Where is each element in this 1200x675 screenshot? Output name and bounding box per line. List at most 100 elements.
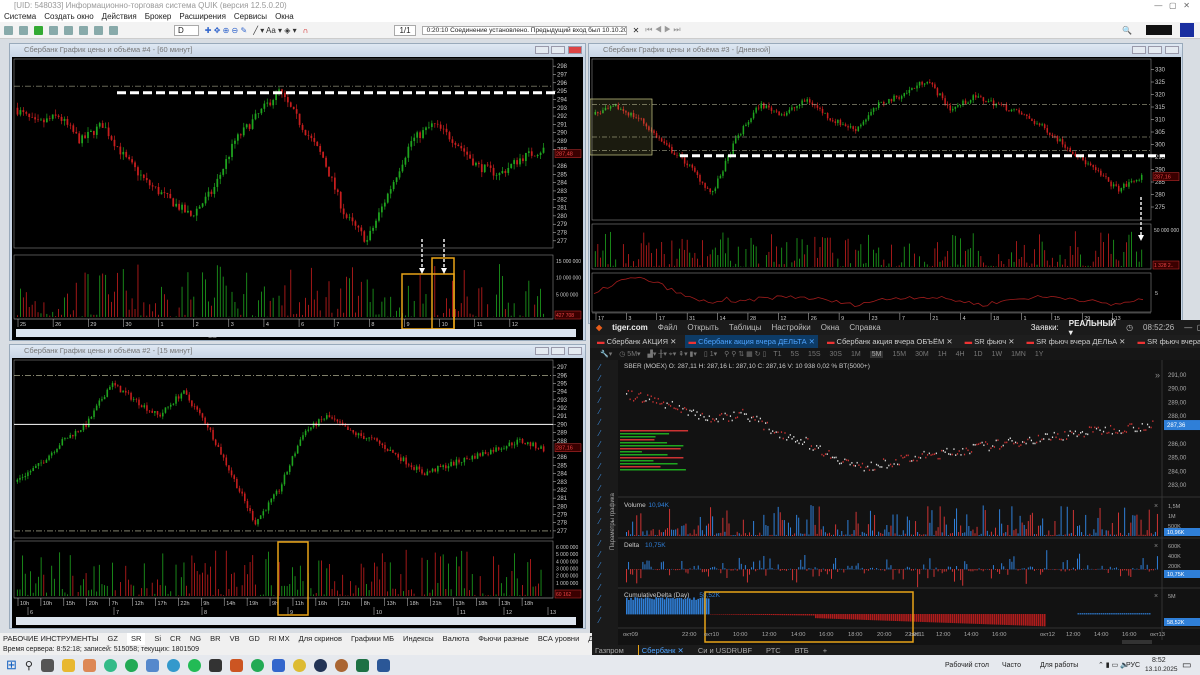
tab-active[interactable]: ▬ Сбербанк акция вчера ДЕЛЬТА ✕ bbox=[685, 335, 818, 348]
account-select[interactable]: РЕАЛЬНЫЙ ▾ bbox=[1069, 319, 1116, 337]
tab[interactable]: ▬ Сбербанк АКЦИЯ ✕ bbox=[594, 335, 679, 348]
timeframe-1Y[interactable]: 1Y bbox=[1035, 351, 1044, 358]
workspace-tab[interactable]: Фьючи разные bbox=[478, 633, 529, 645]
toolbar-icon[interactable] bbox=[109, 25, 118, 35]
toolbar-icon[interactable] bbox=[19, 25, 28, 35]
tab[interactable]: ▬ Сбербанк акция вчера ОБЪЁМ ✕ bbox=[824, 335, 956, 348]
toolbar-icon[interactable] bbox=[4, 25, 13, 35]
language-indicator[interactable]: РУС bbox=[1126, 662, 1140, 669]
workspace-tab[interactable]: Si bbox=[154, 633, 161, 645]
tiger-icon[interactable] bbox=[229, 658, 243, 672]
notifications-icon[interactable]: ▭ bbox=[1182, 660, 1191, 671]
minimize-button[interactable] bbox=[535, 347, 549, 355]
timeframe-T1[interactable]: T1 bbox=[773, 351, 781, 358]
horizontal-scrollbar[interactable] bbox=[1122, 640, 1152, 644]
timeframe-1D[interactable]: 1D bbox=[974, 351, 983, 358]
toolbar-work[interactable]: Для работы bbox=[1040, 662, 1078, 669]
toolbar-icon[interactable] bbox=[34, 25, 43, 35]
menu-extensions[interactable]: Расширения bbox=[179, 11, 226, 22]
tab[interactable]: ▬ SR фьюч вчера ОБЪЁМ bbox=[1134, 335, 1200, 348]
search-icon[interactable]: 🔍 bbox=[1122, 26, 1132, 35]
tiger-menu-tables[interactable]: Таблицы bbox=[729, 323, 762, 332]
tab[interactable]: ▬ SR фьюч ✕ bbox=[962, 335, 1018, 348]
folder-icon[interactable] bbox=[61, 658, 75, 672]
telegram-icon[interactable] bbox=[166, 658, 180, 672]
message-field[interactable]: 0:20:10 Соединение установлено. Предыдущ… bbox=[421, 25, 627, 35]
widget-icon[interactable] bbox=[1180, 23, 1194, 37]
close-button[interactable] bbox=[568, 347, 582, 355]
interval-select[interactable]: D bbox=[174, 24, 199, 36]
tab[interactable]: ▬ SR фьюч вчера ДЕЛЬА ✕ bbox=[1024, 335, 1129, 348]
window-controls[interactable]: — ▢ ✕ bbox=[1154, 0, 1190, 11]
horizontal-scrollbar[interactable] bbox=[16, 329, 576, 337]
timeframe-5S[interactable]: 5S bbox=[790, 351, 799, 358]
workspace-tab[interactable]: Графики МБ bbox=[351, 633, 394, 645]
maximize-button[interactable] bbox=[551, 46, 565, 54]
windows-start-icon[interactable]: ⊞ bbox=[6, 657, 17, 673]
calculator-icon[interactable] bbox=[40, 658, 54, 672]
close-panel-icon[interactable]: × bbox=[1154, 543, 1158, 550]
workspace-tab[interactable]: VB bbox=[230, 633, 240, 645]
widget-icon[interactable] bbox=[1146, 25, 1172, 35]
word-icon[interactable] bbox=[376, 658, 390, 672]
menu-system[interactable]: Система bbox=[4, 11, 36, 22]
workspace-tab[interactable]: Дельта bbox=[588, 633, 592, 645]
timeframe-15S[interactable]: 15S bbox=[808, 351, 820, 358]
whatsapp-icon[interactable] bbox=[187, 658, 201, 672]
expand-icon[interactable]: » bbox=[1155, 370, 1160, 380]
timeframe-5M[interactable]: 5M bbox=[869, 350, 884, 358]
search-icon[interactable]: ⚲ bbox=[25, 659, 33, 672]
toolbar-icon[interactable] bbox=[49, 25, 58, 35]
toolbar-desktop[interactable]: Рабочий стол bbox=[945, 662, 989, 669]
chrome-icon[interactable] bbox=[103, 658, 117, 672]
timeframe-1H[interactable]: 1H bbox=[938, 351, 947, 358]
tiger-menu-help[interactable]: Справка bbox=[849, 323, 880, 332]
zoom-icon[interactable]: ⚲ ⚲ ⇅ ▦ ↻ ▯ bbox=[724, 350, 766, 358]
tiger-menu-open[interactable]: Открыть bbox=[687, 323, 718, 332]
workspace-tab[interactable]: RI MX bbox=[269, 633, 290, 645]
tiger-menu-settings[interactable]: Настройки bbox=[772, 323, 811, 332]
maximize-button[interactable] bbox=[1148, 46, 1162, 54]
horizontal-scrollbar[interactable] bbox=[16, 617, 576, 625]
tiger-menu-file[interactable]: Файл bbox=[658, 323, 678, 332]
interval-select[interactable]: ◷ 5M▾ bbox=[619, 350, 640, 358]
chart-type-icon[interactable]: ▟▾ ╫▾ ⌖▾ ⇞▾ ▮▾ bbox=[648, 350, 697, 359]
window-controls[interactable]: — ▢ ✕ bbox=[1184, 323, 1200, 332]
clock-date[interactable]: 13.10.2025 bbox=[1145, 666, 1178, 673]
tray-icons[interactable]: ⌃ ▮ ▭ 🔈 bbox=[1098, 661, 1129, 669]
workspace-tab[interactable]: CR bbox=[170, 633, 181, 645]
app-icon[interactable] bbox=[82, 658, 96, 672]
nav-icons[interactable]: ⏮ ◀ ▶ ⏭ bbox=[645, 25, 680, 35]
workspace-tab[interactable]: ВСА уровни bbox=[538, 633, 579, 645]
app-icon[interactable] bbox=[313, 658, 327, 672]
menu-services[interactable]: Сервисы bbox=[234, 11, 267, 22]
workspace-tab[interactable]: NG bbox=[190, 633, 201, 645]
timeframe-1MN[interactable]: 1MN bbox=[1011, 351, 1026, 358]
clock-time[interactable]: 8:52 bbox=[1152, 657, 1166, 664]
toolbar-icon[interactable] bbox=[79, 25, 88, 35]
workspace-tab[interactable]: РАБОЧИЕ ИНСТРУМЕНТЫ bbox=[3, 633, 99, 645]
menu-windows[interactable]: Окна bbox=[275, 11, 294, 22]
count-select[interactable]: ▯ 1▾ bbox=[704, 350, 717, 358]
timeframe-30M[interactable]: 30M bbox=[915, 351, 929, 358]
magnet-icon[interactable]: ∩ bbox=[303, 26, 309, 35]
maximize-button[interactable] bbox=[551, 347, 565, 355]
workspace-tab[interactable]: BR bbox=[210, 633, 220, 645]
menu-actions[interactable]: Действия bbox=[102, 11, 137, 22]
settings-icon[interactable]: 🔧▾ bbox=[600, 350, 612, 358]
close-button[interactable] bbox=[568, 46, 582, 54]
workspace-tab[interactable]: Валюта bbox=[443, 633, 470, 645]
close-icon[interactable]: ✕ bbox=[633, 26, 640, 35]
workspace-tab[interactable]: GZ bbox=[108, 633, 118, 645]
close-panel-icon[interactable]: × bbox=[1154, 593, 1158, 600]
price-chart[interactable]: 2972962952942932922912902892882862852842… bbox=[12, 358, 583, 628]
excel-icon[interactable] bbox=[355, 658, 369, 672]
menu-create-window[interactable]: Создать окно bbox=[44, 11, 93, 22]
minimize-button[interactable] bbox=[1132, 46, 1146, 54]
timeframe-15M[interactable]: 15M bbox=[892, 351, 906, 358]
app-icon[interactable] bbox=[292, 658, 306, 672]
draw-tools-icon[interactable]: ╱ ▾ Aa ▾ ◈ ▾ bbox=[253, 26, 296, 35]
teams-icon[interactable] bbox=[145, 658, 159, 672]
workspace-tab[interactable]: SR bbox=[126, 633, 146, 645]
minimize-button[interactable] bbox=[535, 46, 549, 54]
